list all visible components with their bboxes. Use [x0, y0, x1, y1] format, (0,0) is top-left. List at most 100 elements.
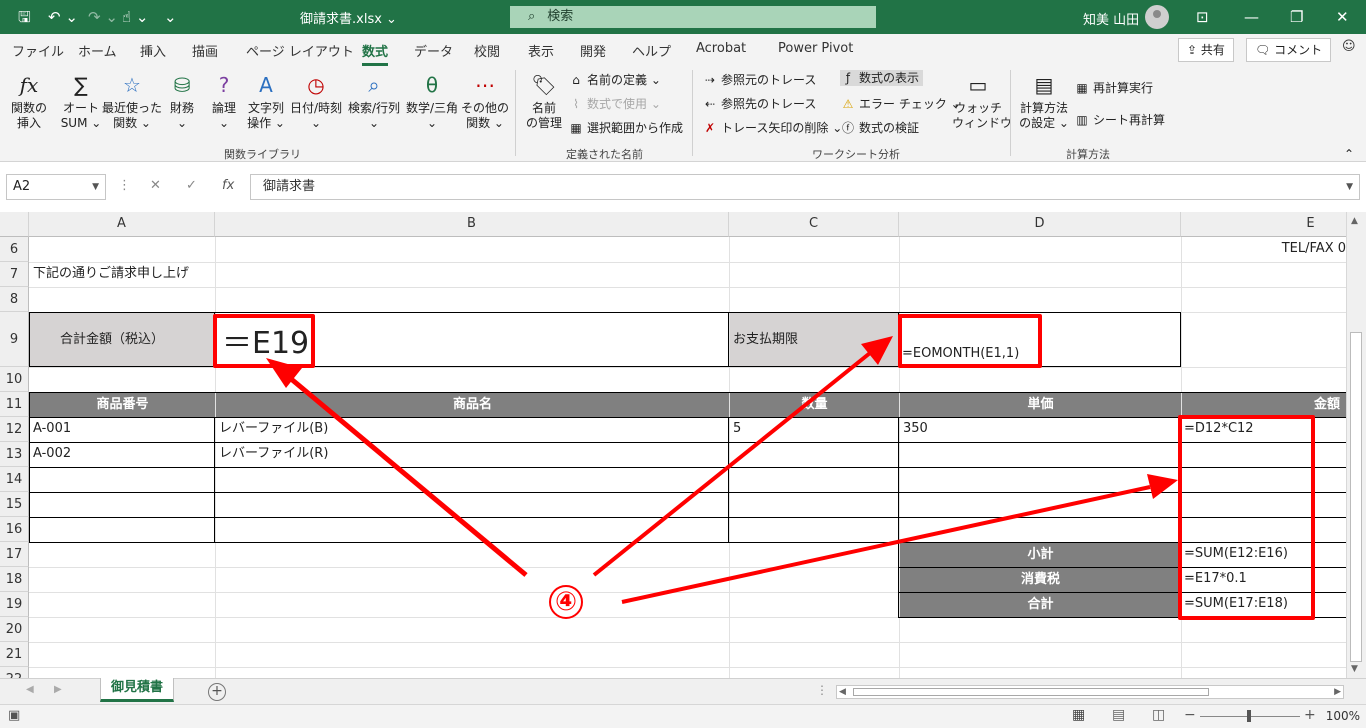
zoom-slider-thumb[interactable]: [1247, 710, 1251, 722]
arrow-to-b9: [288, 376, 528, 577]
chevron-down-icon: ▼: [1346, 182, 1353, 192]
theta-icon: θ: [425, 73, 439, 97]
group-label-library: 関数ライブラリ: [224, 148, 301, 161]
name-manager-button[interactable]: 🏷 名前 の管理: [522, 72, 566, 131]
arrow-to-e12: [621, 485, 1151, 604]
zoom-level[interactable]: 100%: [1326, 709, 1360, 723]
prev-sheet-icon[interactable]: ◀: [26, 684, 34, 695]
ribbon-options-icon[interactable]: ☺: [1342, 39, 1356, 54]
document-title[interactable]: 御請求書.xlsx ⌄: [300, 8, 397, 27]
vertical-scrollbar[interactable]: ▲ ▼: [1346, 212, 1366, 678]
tab-acrobat[interactable]: Acrobat: [696, 41, 746, 56]
page-layout-view-icon[interactable]: ▤: [1112, 707, 1125, 723]
evaluate-formula-button[interactable]: ⓕ 数式の検証: [840, 120, 919, 136]
autosum-button[interactable]: ∑ オート SUM ⌄: [56, 72, 106, 131]
tab-help[interactable]: ヘルプ: [632, 41, 671, 60]
normal-view-icon[interactable]: ▦: [1072, 707, 1085, 723]
trace-dependents-button[interactable]: ⇠ 参照先のトレース: [702, 96, 816, 112]
sigma-icon: ∑: [74, 73, 88, 97]
more-icon: ⋯: [475, 73, 495, 97]
text-functions-button[interactable]: A 文字列 操作 ⌄: [244, 72, 288, 131]
trace-precedents-button[interactable]: ⇢ 参照元のトレース: [702, 72, 816, 88]
trace-precedents-icon: ⇢: [704, 73, 716, 87]
remove-arrows-button[interactable]: ✗ トレース矢印の削除 ⌄: [702, 120, 842, 136]
letter-a-icon: A: [259, 73, 273, 97]
ribbon: fx 関数の 挿入 ∑ オート SUM ⌄ ☆ 最近使った 関数 ⌄ ⛁ 財務 ⌄ ? 論…: [0, 66, 1366, 162]
undo-icon[interactable]: ↶ ⌄: [48, 7, 78, 27]
next-sheet-icon[interactable]: ▶: [54, 684, 62, 695]
tab-power-pivot[interactable]: Power Pivot: [778, 41, 853, 56]
horizontal-scroll-thumb[interactable]: [853, 688, 1209, 696]
tab-developer[interactable]: 開発: [580, 41, 606, 60]
define-name-button[interactable]: ⌂ 名前の定義 ⌄: [568, 72, 661, 88]
tab-file[interactable]: ファイル: [12, 41, 64, 60]
macro-record-icon[interactable]: ▣: [8, 708, 20, 723]
ribbon-tabs: ファイル ホーム 挿入 描画 ページ レイアウト 数式 データ 校閲 表示 開発…: [0, 34, 1366, 66]
page-break-view-icon[interactable]: ◫: [1152, 707, 1165, 723]
group-label-calc: 計算方法: [1066, 148, 1110, 161]
tag-icon: ⌂: [572, 73, 580, 87]
tab-data[interactable]: データ: [414, 41, 453, 60]
add-sheet-icon[interactable]: +: [208, 683, 226, 701]
customize-qat-icon[interactable]: ⌄: [164, 7, 177, 27]
fx-icon[interactable]: fx: [222, 178, 234, 193]
tab-review[interactable]: 校閲: [474, 41, 500, 60]
minimize-icon[interactable]: —: [1244, 7, 1259, 27]
scroll-up-icon[interactable]: ▲: [1351, 216, 1358, 226]
collapse-ribbon-icon[interactable]: ⌃: [1344, 146, 1354, 162]
watch-window-button[interactable]: ▭ ウォッチ ウィンドウ: [952, 72, 1012, 131]
user-name[interactable]: 知美 山田: [1083, 9, 1139, 28]
zoom-out-icon[interactable]: −: [1184, 707, 1196, 723]
comment-icon: 🗨: [1255, 43, 1271, 57]
share-button[interactable]: ⇪ 共有: [1178, 38, 1234, 62]
more-icon: ⋮: [118, 178, 131, 193]
redo-icon[interactable]: ↷ ⌄: [88, 7, 118, 27]
save-icon[interactable]: 🖫: [18, 7, 31, 27]
error-checking-button[interactable]: ⚠ エラー チェック ⌄: [840, 96, 961, 112]
search-box[interactable]: ⌕ 検索: [510, 6, 876, 28]
scroll-left-icon[interactable]: ◀: [839, 686, 846, 698]
tab-insert[interactable]: 挿入: [140, 41, 166, 60]
sheet-tab-mitsumori[interactable]: 御見積書: [100, 678, 174, 702]
restore-icon[interactable]: ❐: [1290, 7, 1303, 27]
show-formulas-button[interactable]: ƒ 数式の表示: [840, 70, 924, 86]
touch-mode-icon[interactable]: ☝ ⌄: [122, 7, 148, 27]
logical-button[interactable]: ? 論理 ⌄: [206, 72, 242, 131]
zoom-in-icon[interactable]: +: [1304, 707, 1316, 723]
create-from-selection-button[interactable]: ▦ 選択範囲から作成: [568, 120, 683, 136]
more-functions-button[interactable]: ⋯ その他の 関数 ⌄: [460, 72, 510, 131]
horizontal-scrollbar[interactable]: ◀ ▶: [836, 685, 1344, 699]
use-in-formula-button[interactable]: ⌇ 数式で使用 ⌄: [568, 96, 661, 112]
calc-now-button[interactable]: ▦ 再計算実行: [1074, 80, 1153, 96]
vertical-scroll-thumb[interactable]: [1350, 332, 1362, 662]
tab-home[interactable]: ホーム: [78, 41, 117, 60]
scroll-down-icon[interactable]: ▼: [1351, 664, 1358, 674]
ribbon-display-icon[interactable]: ⊡: [1196, 7, 1209, 27]
database-icon: ⛁: [173, 73, 191, 97]
math-button[interactable]: θ 数学/三角 ⌄: [404, 72, 460, 131]
tab-view[interactable]: 表示: [528, 41, 554, 60]
formula-input[interactable]: 御請求書 ▼: [250, 174, 1360, 200]
search-icon: ⌕: [528, 9, 536, 24]
ribbon-separator: [515, 70, 516, 156]
worksheet-grid[interactable]: A B C D E 6 7 8 9 10 11 12 13 14 15 16 1…: [0, 212, 1346, 678]
insert-function-button[interactable]: fx 関数の 挿入: [8, 72, 50, 131]
lookup-button[interactable]: ⌕ 検索/行列 ⌄: [346, 72, 402, 131]
recent-functions-button[interactable]: ☆ 最近使った 関数 ⌄: [102, 72, 162, 131]
cancel-icon[interactable]: ✕: [150, 178, 161, 193]
tab-draw[interactable]: 描画: [192, 41, 218, 60]
calc-options-button[interactable]: ▤ 計算方法 の設定 ⌄: [1016, 72, 1072, 131]
avatar[interactable]: [1145, 5, 1169, 29]
tab-page-layout[interactable]: ページ レイアウト: [246, 41, 354, 60]
name-box[interactable]: A2 ▼: [6, 174, 106, 200]
financial-button[interactable]: ⛁ 財務 ⌄: [164, 72, 200, 131]
scroll-right-icon[interactable]: ▶: [1334, 686, 1341, 698]
comment-button[interactable]: 🗨 コメント: [1246, 38, 1332, 62]
tab-formulas[interactable]: 数式: [362, 41, 389, 66]
close-icon[interactable]: ✕: [1336, 7, 1349, 27]
calc-sheet-button[interactable]: ▥ シート再計算: [1074, 112, 1165, 128]
enter-icon[interactable]: ✓: [186, 178, 197, 193]
splitter-icon[interactable]: ⋮: [816, 683, 828, 697]
chevron-down-icon: ▼: [92, 182, 99, 192]
datetime-button[interactable]: ◷ 日付/時刻 ⌄: [288, 72, 344, 131]
